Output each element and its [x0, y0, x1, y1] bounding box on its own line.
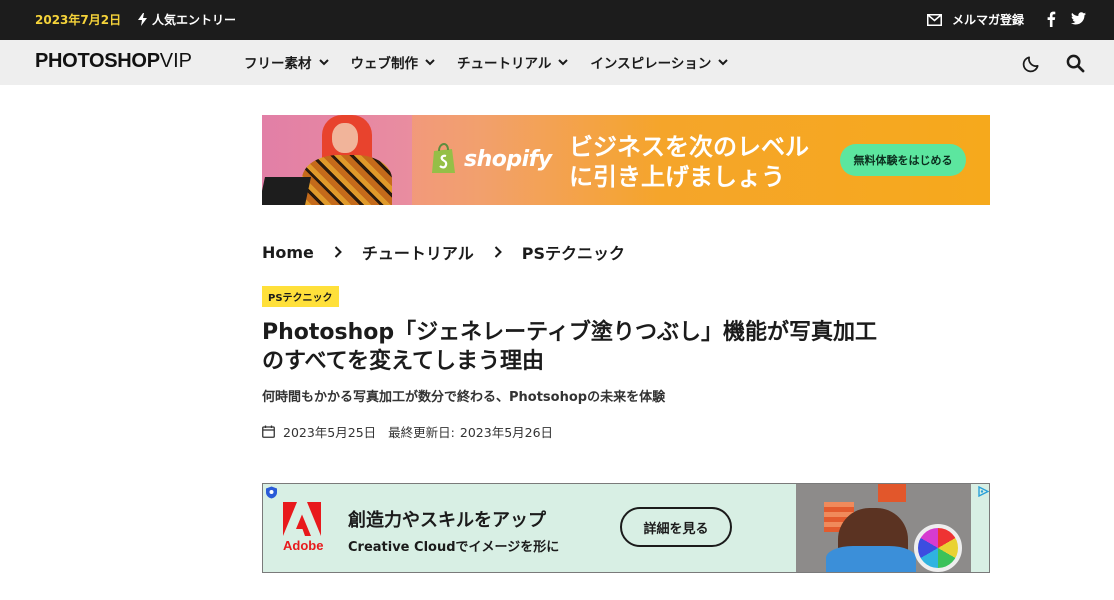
shopify-free-trial-button[interactable]: 無料体験をはじめる — [840, 144, 966, 176]
popular-entries-link[interactable]: 人気エントリー — [138, 11, 236, 28]
updated-label: 最終更新日: — [388, 425, 455, 440]
logo-suffix: VIP — [159, 50, 192, 72]
article-meta: 2023年5月25日 最終更新日: 2023年5月26日 — [262, 422, 553, 441]
dark-mode-moon-icon[interactable] — [1022, 54, 1041, 73]
shopify-ad-line2: に引き上げましょう — [569, 163, 785, 191]
nav-item-label: ウェブ制作 — [350, 56, 419, 72]
adobe-wordmark: Adobe — [283, 538, 324, 553]
article-title-line1: Photoshop「ジェネレーティブ塗りつぶし」機能が写真加工 — [262, 320, 878, 345]
shopify-ad-line1: ビジネスを次のレベル — [569, 133, 809, 161]
lightning-icon — [138, 13, 147, 26]
logo-main: PHOTOSHOP — [35, 50, 160, 72]
current-date: 2023年7月2日 — [35, 13, 122, 27]
breadcrumb-ps-technique[interactable]: PSテクニック — [522, 240, 625, 264]
nav-menu: フリー素材 ウェブ制作 チュートリアル インスピレーション — [244, 52, 750, 72]
adobe-learn-more-button[interactable]: 詳細を見る — [620, 507, 732, 547]
chevron-right-icon — [334, 246, 342, 258]
adobe-banner-ad[interactable]: Adobe 創造力やスキルをアップ Creative Cloudでイメージを形に… — [262, 483, 990, 573]
site-logo[interactable]: PHOTOSHOPVIP — [35, 50, 192, 73]
ad-shield-icon — [266, 486, 277, 499]
mail-icon — [927, 13, 942, 26]
shopify-ad-copy: ビジネスを次のレベル に引き上げましょう — [569, 132, 809, 192]
shopify-banner-ad[interactable]: shopify ビジネスを次のレベル に引き上げましょう 無料体験をはじめる — [262, 115, 990, 205]
shopify-bag-icon — [432, 143, 455, 173]
ad-photo-woman-laptop — [262, 115, 412, 205]
chevron-right-icon — [494, 246, 502, 258]
chevron-down-icon — [718, 58, 729, 65]
facebook-icon[interactable] — [1046, 11, 1056, 27]
popular-entries-label: 人気エントリー — [152, 13, 237, 27]
adobe-a-icon — [283, 502, 321, 536]
top-bar: 2023年7月2日 人気エントリー メルマガ登録 — [0, 0, 1114, 40]
article-subtitle: 何時間もかかる写真加工が数分で終わる、Photsohopの未来を体験 — [262, 390, 666, 405]
category-tag[interactable]: PSテクニック — [262, 286, 339, 307]
breadcrumb-tutorials[interactable]: チュートリアル — [362, 240, 474, 264]
nav-item-free-assets[interactable]: フリー素材 — [244, 52, 329, 72]
nav-item-tutorials[interactable]: チュートリアル — [457, 52, 569, 72]
nav-item-inspiration[interactable]: インスピレーション — [590, 52, 729, 72]
adobe-logo: Adobe — [283, 502, 323, 556]
nav-item-label: インスピレーション — [590, 56, 712, 72]
newsletter-label: メルマガ登録 — [952, 13, 1025, 27]
nav-item-label: チュートリアル — [457, 56, 552, 72]
adobe-ad-subline: Creative Cloudでイメージを形に — [348, 540, 560, 555]
ad-photo-person-color-wheel — [796, 484, 971, 572]
search-icon[interactable] — [1066, 54, 1085, 73]
calendar-icon — [262, 425, 275, 438]
chevron-down-icon — [558, 58, 569, 65]
article-title: Photoshop「ジェネレーティブ塗りつぶし」機能が写真加工 のすべてを変えて… — [262, 318, 882, 376]
article-title-line2: のすべてを変えてしまう理由 — [262, 349, 545, 374]
adchoices-icon[interactable] — [978, 486, 989, 497]
updated-date: 2023年5月26日 — [459, 425, 554, 440]
published-date: 2023年5月25日 — [283, 425, 377, 440]
shopify-logo: shopify — [430, 143, 552, 175]
newsletter-link[interactable]: メルマガ登録 — [927, 11, 1024, 28]
breadcrumb-home[interactable]: Home — [262, 243, 314, 262]
adobe-ad-headline: 創造力やスキルをアップ — [348, 510, 546, 531]
shopify-wordmark: shopify — [464, 146, 552, 172]
nav-item-label: フリー素材 — [244, 56, 312, 72]
twitter-icon[interactable] — [1071, 12, 1086, 25]
chevron-down-icon — [425, 58, 435, 65]
nav-item-web-production[interactable]: ウェブ制作 — [351, 52, 436, 72]
breadcrumb: Home チュートリアル PSテクニック — [262, 240, 625, 264]
chevron-down-icon — [318, 58, 329, 65]
